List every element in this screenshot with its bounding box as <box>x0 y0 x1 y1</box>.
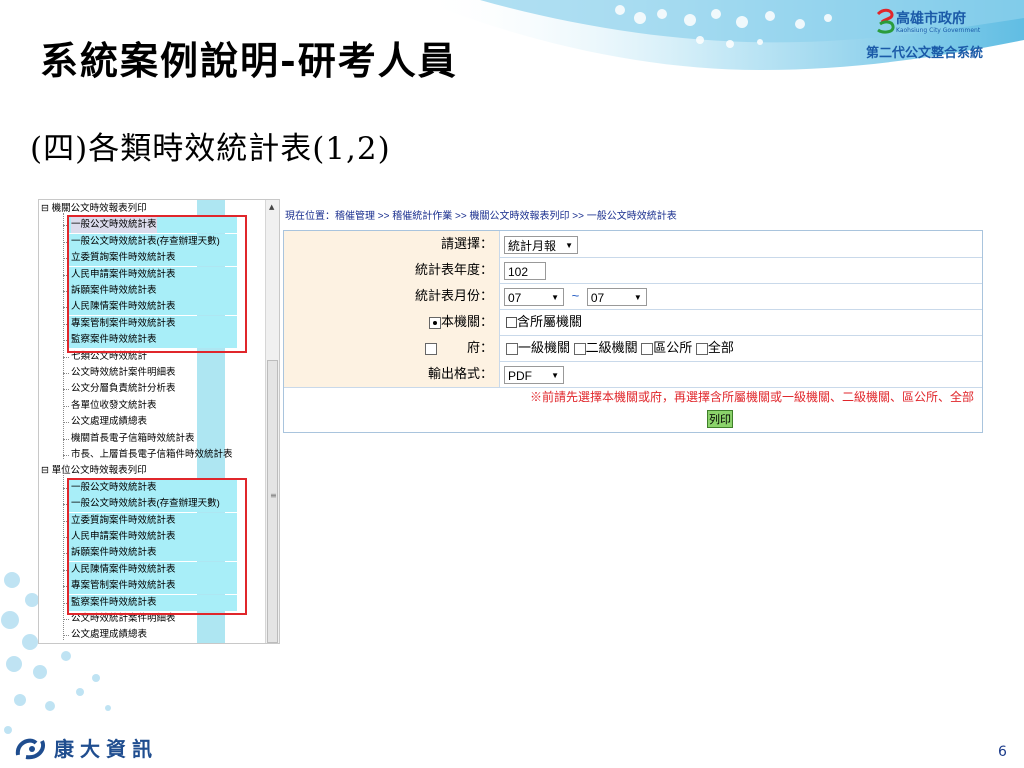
format-ctrl: PDF ▼ <box>504 361 564 387</box>
row-agency: 本機關： 含所屬機關 <box>284 309 982 336</box>
slide-subtitle: (四)各類時效統計表(1,2) <box>30 131 391 167</box>
agency-label-cell: 本機關： <box>284 309 500 335</box>
print-button[interactable]: 列印 <box>707 410 733 428</box>
fu-option-label: 二級機關 <box>585 340 638 355</box>
fu-option-radio[interactable] <box>506 342 518 355</box>
select-label: 請選擇： <box>284 231 500 257</box>
year-ctrl: 102 <box>504 257 546 283</box>
year-input[interactable]: 102 <box>504 261 546 280</box>
month-to-select[interactable]: 07 ▼ <box>586 287 647 306</box>
brand-block: 高雄市政府 Kaohsiung City Government 第二代公文整合系… <box>866 6 1011 64</box>
month-ctrl: 07 ▼ ~ 07 ▼ <box>504 283 647 309</box>
report-type-select[interactable]: 統計月報 ▼ <box>504 235 578 254</box>
tree-group-label: 機關公文時效報表列印 <box>51 203 147 214</box>
include-subagency-label: 含所屬機關 <box>517 314 583 329</box>
row-format: 輸出格式： PDF ▼ <box>284 361 982 388</box>
row-select: 請選擇： 統計月報 ▼ <box>284 231 982 258</box>
tree-item[interactable]: 公文時效統計案件明細表 <box>71 365 176 381</box>
chevron-down-icon: ▼ <box>565 240 573 250</box>
brand-city-name: 高雄市政府 <box>896 11 966 27</box>
tree-item[interactable]: 各單位收發文統計表 <box>71 398 157 414</box>
month-from-select[interactable]: 07 ▼ <box>504 287 564 306</box>
scroll-up-icon[interactable]: ▲ <box>269 203 274 211</box>
company-logo-icon <box>15 738 45 760</box>
instruction-note: ※前請先選擇本機關或府，再選擇含所屬機關或一級機關、二級機關、區公所、全部 <box>529 390 974 404</box>
scroll-thumb[interactable]: ≡ <box>267 360 278 643</box>
breadcrumb: 現在位置：稽催管理 >> 稽催統計作業 >> 機關公文時效報表列印 >> 一般公… <box>285 211 677 222</box>
month-label: 統計表月份： <box>284 283 500 309</box>
year-label: 統計表年度： <box>284 257 500 283</box>
format-label: 輸出格式： <box>284 361 500 387</box>
row-year: 統計表年度： 102 <box>284 257 982 284</box>
output-format-select[interactable]: PDF ▼ <box>504 365 564 384</box>
tree-item[interactable]: 機關首長電子信箱時效統計表 <box>71 431 195 447</box>
footer-company: 康大資訊 <box>14 733 184 761</box>
collapse-icon[interactable]: ⊟ <box>41 465 52 476</box>
fu-option-radio[interactable] <box>573 342 586 355</box>
month-from-value: 07 <box>508 290 522 305</box>
tree-group-label: 單位公文時效報表列印 <box>51 465 147 477</box>
agency-radio[interactable] <box>428 316 441 329</box>
tree-item[interactable]: 公文處理成績總表 <box>71 414 147 430</box>
fu-option-radio[interactable] <box>641 342 654 355</box>
fu-option-label: 全部 <box>707 340 734 355</box>
scroll-grip-icon: ≡ <box>270 491 277 500</box>
red-highlight-box <box>67 215 247 353</box>
kaohsiung-logo-icon <box>876 8 895 34</box>
tree-item[interactable]: 公文分層負責統計分析表 <box>71 381 176 397</box>
month-tilde: ~ <box>571 288 580 303</box>
fu-option-label: 一級機關 <box>518 340 571 355</box>
company-name: 康大資訊 <box>54 737 158 761</box>
report-type-value: 統計月報 <box>508 238 557 253</box>
fu-ctrl: 一級機關 二級機關 區公所 全部 <box>506 335 734 361</box>
tree-item[interactable]: 公文處理成績總表 <box>71 627 147 643</box>
red-highlight-box <box>67 477 247 615</box>
tree-item[interactable]: 市長、上層首長電子信箱件時效統計表 <box>71 447 233 463</box>
report-form: 請選擇： 統計月報 ▼ 統計表年度： 102 統計表月份： 07 ▼ ~ 07 … <box>283 230 983 433</box>
select-ctrl: 統計月報 ▼ <box>504 231 578 257</box>
fu-radio[interactable] <box>424 342 437 355</box>
chevron-down-icon: ▼ <box>551 370 559 380</box>
fu-option-radio[interactable] <box>695 342 708 355</box>
collapse-icon[interactable]: ⊟ <box>41 203 52 214</box>
tree-connector-line <box>63 213 64 460</box>
chevron-down-icon: ▼ <box>633 292 642 302</box>
report-tree-panel: ⊟ 機關公文時效報表列印 一般公文時效統計表 一般公文時效統計表(存查辦理天數) 立委… <box>38 199 280 644</box>
page-number: 6 <box>998 744 1007 760</box>
report-tree: ⊟ 機關公文時效報表列印 一般公文時效統計表 一般公文時效統計表(存查辦理天數) 立委… <box>39 200 265 643</box>
brand-city-english: Kaohsiung City Government <box>896 27 981 34</box>
fu-option-label: 區公所 <box>653 340 693 355</box>
chevron-down-icon: ▼ <box>551 292 559 302</box>
agency-ctrl: 含所屬機關 <box>506 309 582 335</box>
brand-system-name: 第二代公文整合系統 <box>866 46 984 61</box>
row-month: 統計表月份： 07 ▼ ~ 07 ▼ <box>284 283 982 310</box>
fu-label-cell: 府： <box>284 335 500 361</box>
include-subagency-checkbox[interactable] <box>506 317 517 329</box>
slide-title: 系統案例說明-研考人員 <box>40 38 458 83</box>
row-fu: 府： 一級機關 二級機關 區公所 全部 <box>284 335 982 362</box>
fu-label: 府： <box>466 340 493 355</box>
tree-connector-line <box>63 475 64 640</box>
output-format-value: PDF <box>508 368 532 383</box>
agency-radio-label: 本機關： <box>440 314 493 329</box>
tree-scrollbar[interactable]: ▲ ≡ <box>265 200 279 643</box>
month-to-value: 07 <box>590 290 605 305</box>
